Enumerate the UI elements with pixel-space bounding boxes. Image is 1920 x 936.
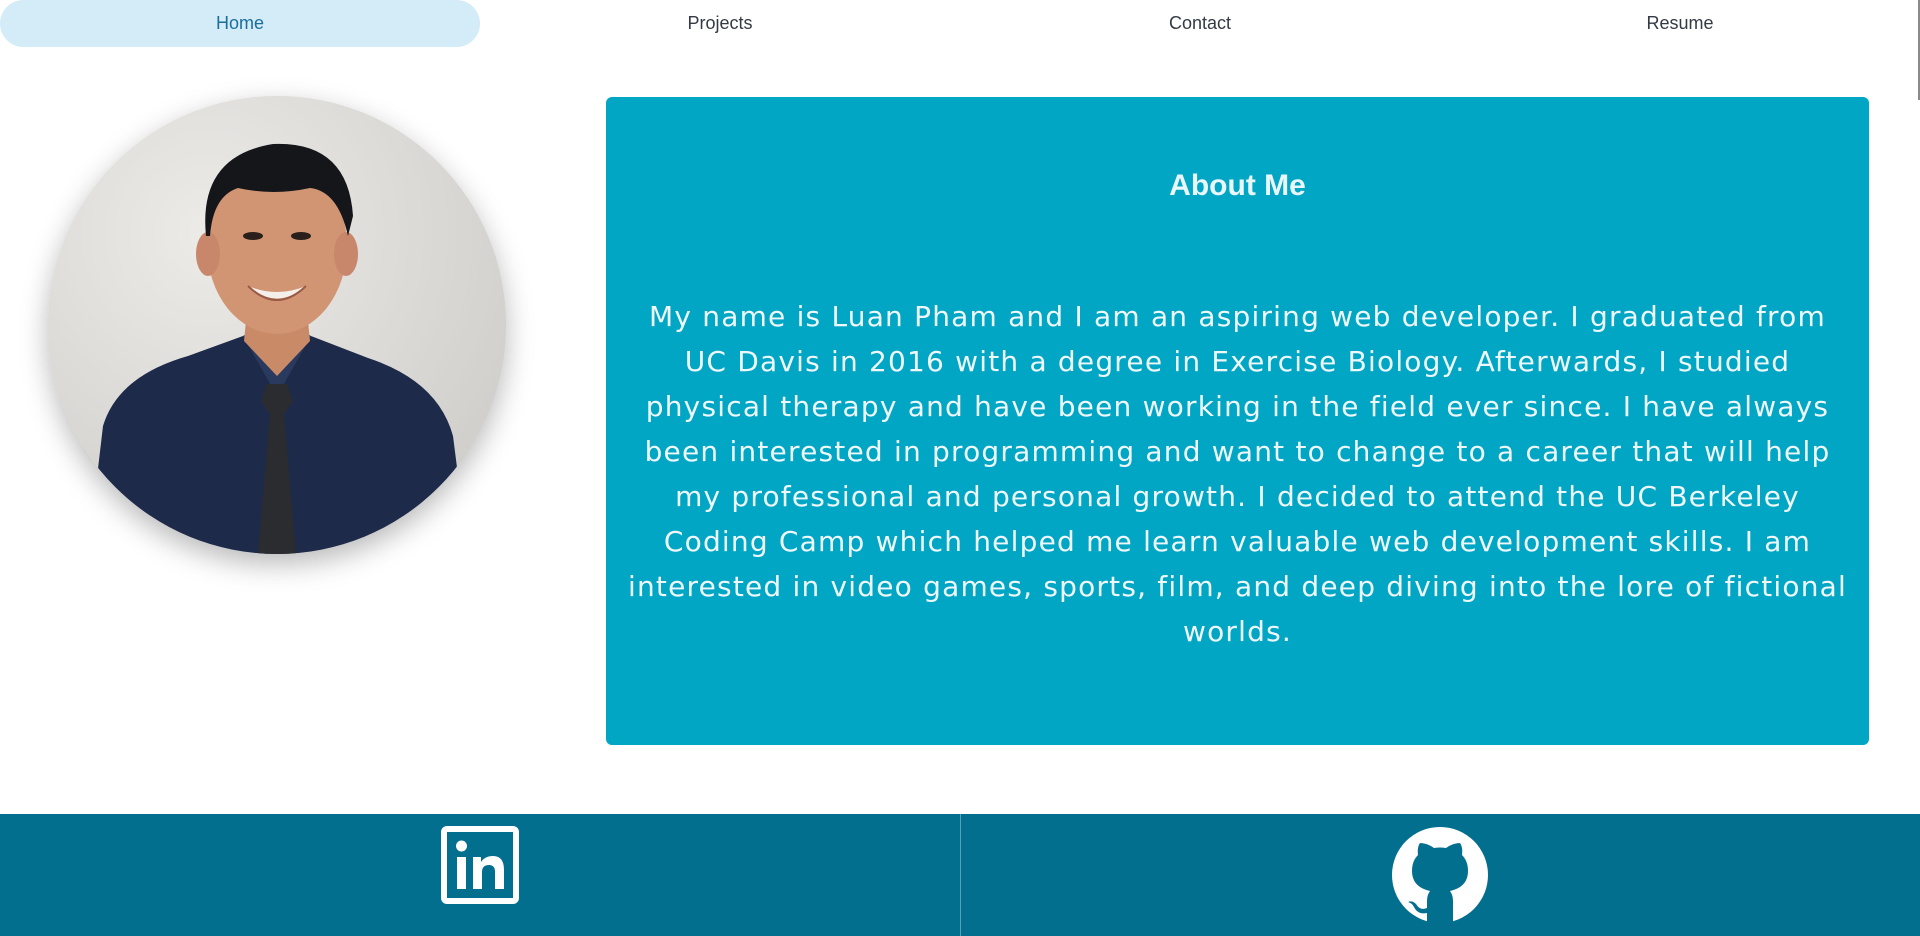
nav-contact[interactable]: Contact [960,0,1440,47]
about-card: About Me My name is Luan Pham and I am a… [606,97,1869,745]
page: Home Projects Contact Resume About Me My… [0,0,1920,936]
nav-home[interactable]: Home [0,0,480,47]
nav-projects[interactable]: Projects [480,0,960,47]
nav-resume[interactable]: Resume [1440,0,1920,47]
github-link[interactable] [959,814,1920,936]
about-body: My name is Luan Pham and I am an aspirin… [627,300,1848,648]
profile-photo-illustration [48,96,506,554]
linkedin-link[interactable] [0,814,960,936]
profile-photo [48,96,506,554]
about-title: About Me [1169,169,1306,202]
top-nav: Home Projects Contact Resume [0,0,1920,47]
linkedin-icon [440,826,519,904]
github-icon [1392,827,1489,923]
footer [0,814,1920,936]
